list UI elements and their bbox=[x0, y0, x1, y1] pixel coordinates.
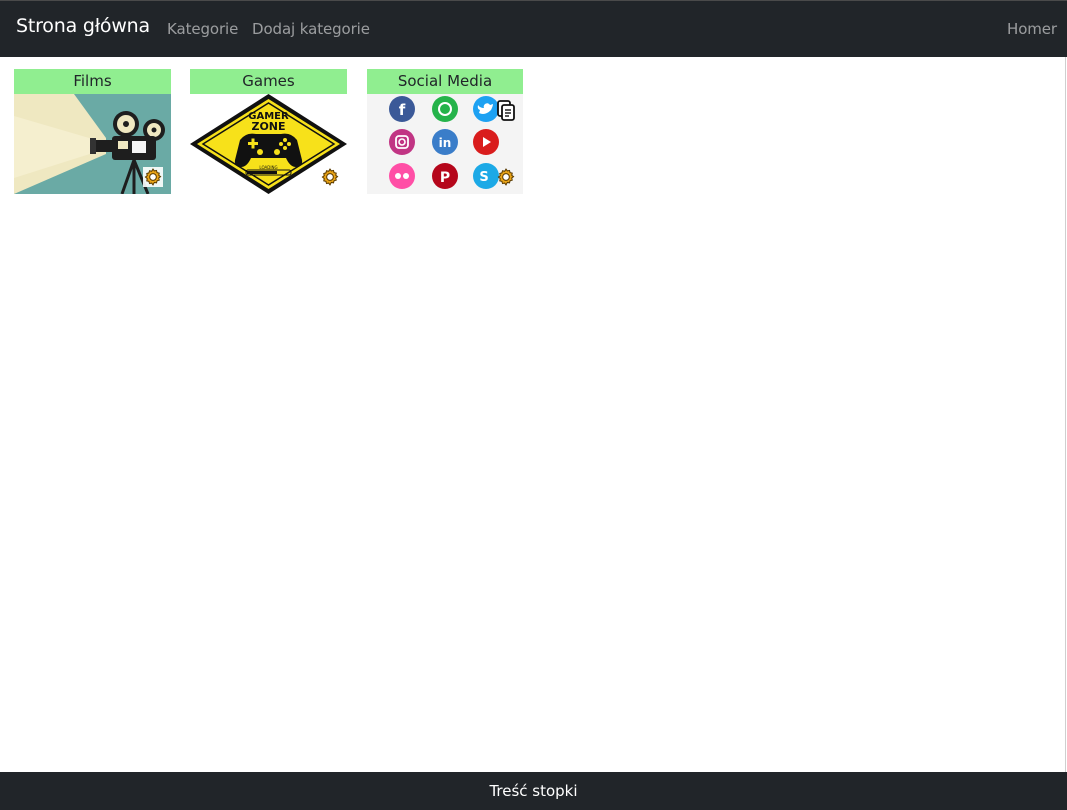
svg-text:P: P bbox=[440, 170, 450, 186]
social-media-image: f in P S bbox=[367, 94, 523, 194]
footer-text: Treść stopki bbox=[489, 782, 578, 800]
gamer-zone-text: ZONE bbox=[251, 120, 285, 133]
svg-text:in: in bbox=[439, 136, 452, 150]
settings-gear-icon[interactable] bbox=[143, 167, 163, 187]
main-content: Films Games GAMER ZONE LOADING Social Me… bbox=[0, 57, 1066, 772]
category-card-social-media[interactable]: Social Media f in P S bbox=[367, 69, 523, 194]
loading-text: LOADING bbox=[259, 165, 277, 170]
user-menu-link[interactable]: Homer bbox=[1007, 20, 1057, 38]
category-title: Games bbox=[190, 69, 347, 94]
settings-gear-icon[interactable] bbox=[320, 167, 340, 187]
nav-link-kategorie[interactable]: Kategorie bbox=[167, 20, 238, 38]
svg-text:S: S bbox=[479, 170, 488, 185]
nav-link-dodaj-kategorie[interactable]: Dodaj kategorie bbox=[252, 20, 370, 38]
category-card-films[interactable]: Films bbox=[14, 69, 171, 194]
films-image bbox=[14, 94, 171, 194]
settings-gear-icon[interactable] bbox=[496, 167, 516, 187]
category-card-games[interactable]: Games GAMER ZONE LOADING bbox=[190, 69, 347, 194]
page-footer: Treść stopki bbox=[0, 772, 1067, 810]
svg-text:f: f bbox=[399, 101, 406, 119]
category-title: Films bbox=[14, 69, 171, 94]
games-image: GAMER ZONE LOADING bbox=[190, 94, 347, 194]
brand-home-link[interactable]: Strona główna bbox=[16, 15, 150, 37]
top-navbar: Strona główna Kategorie Dodaj kategorie … bbox=[0, 0, 1067, 57]
category-title: Social Media bbox=[367, 69, 523, 94]
copy-icon[interactable] bbox=[496, 100, 516, 121]
